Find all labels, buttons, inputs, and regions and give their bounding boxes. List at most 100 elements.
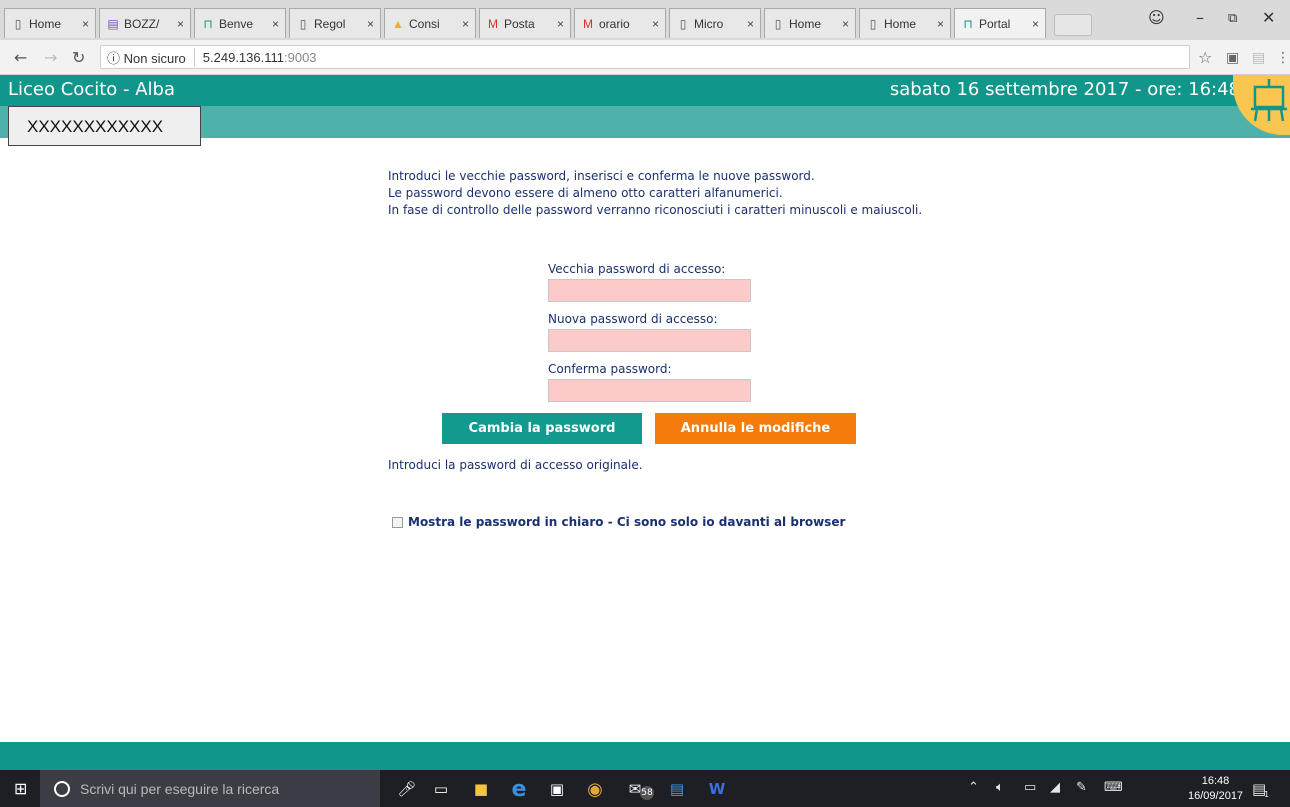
confirm-password-field[interactable] [548,379,751,402]
cancel-changes-button[interactable]: Annulla le modifiche [655,413,856,444]
tab-label: orario [599,16,630,31]
task-view-icon[interactable]: ▭ [430,778,452,800]
microphone-icon[interactable]: 🎤︎ [396,778,418,800]
minimize-icon[interactable]: – [1196,8,1204,27]
date-time: sabato 16 settembre 2017 - ore: 16:48 [889,79,1240,100]
back-arrow-icon[interactable]: ← [14,48,27,67]
browser-tab[interactable]: ▯ Micro × [669,8,761,38]
notification-count: 1 [1264,790,1270,799]
tab-close-icon[interactable]: × [557,17,564,31]
site-header: Liceo Cocito - Alba sabato 16 settembre … [0,75,1290,106]
instruction-line: Le password devono essere di almeno otto… [388,186,783,200]
tab-close-icon[interactable]: × [177,17,184,31]
instructions: Introduci le vecchie password, inserisci… [388,168,922,219]
tab-label: Regol [314,16,346,31]
chrome-icon[interactable]: ◉ [584,778,606,800]
tab-label: BOZZ/ [124,16,160,31]
browser-tab[interactable]: ▯ Regol × [289,8,381,38]
windows-taskbar: ⊞ Scrivi qui per eseguire la ricerca 🎤︎ … [0,770,1290,807]
tab-close-icon[interactable]: × [1032,17,1039,31]
security-label: Non sicuro [123,50,186,66]
reload-icon[interactable]: ↻ [72,48,85,67]
volume-muted-icon[interactable]: 🔈︎ [996,780,1004,795]
page-icon: ▯ [679,16,687,31]
tab-label: Home [29,16,62,31]
keyboard-icon[interactable]: ⌨ [1104,780,1123,795]
battery-icon[interactable]: ▭ [1024,780,1036,795]
browser-tab[interactable]: ▲ Consi × [384,8,476,38]
page-icon: ▯ [299,16,307,31]
tab-close-icon[interactable]: × [367,17,374,31]
show-password-checkbox[interactable] [392,516,403,528]
url-port: :9003 [284,49,317,65]
url-host: 5.249.136.111 [202,49,284,65]
forward-arrow-icon[interactable]: → [44,48,57,67]
system-clock[interactable]: 16:48 16/09/2017 [1188,774,1243,804]
tab-label: Consi [409,16,440,31]
tab-close-icon[interactable]: × [842,17,849,31]
store-icon[interactable]: ▣ [546,778,568,800]
drive-icon: ▲ [392,16,404,31]
page-icon: ▯ [774,16,782,31]
info-icon: ⓘ [107,50,121,66]
tray-chevron-icon[interactable]: ⌃ [968,780,979,795]
profile-icon[interactable]: ☺ [1148,8,1165,27]
wifi-icon[interactable]: ◢ [1050,780,1060,795]
browser-tab[interactable]: ⊓ Portal × [954,8,1046,38]
tab-close-icon[interactable]: × [272,17,279,31]
browser-tab[interactable]: Morario × [574,8,666,38]
show-password-label[interactable]: Mostra le password in chiaro - Ci sono s… [408,515,845,529]
pdf-extension-icon[interactable]: ▤ [1252,50,1265,66]
hint-text: Introduci la password di accesso origina… [388,458,643,472]
extension-icon[interactable]: ▣ [1226,50,1239,66]
browser-tab[interactable]: ▤ BOZZ/ × [99,8,191,38]
tab-label: Benve [219,16,254,31]
url-bar[interactable]: ⓘ Non sicuro 5.249.136.111:9003 [100,45,1190,69]
browser-tab[interactable]: ⊓ Benve × [194,8,286,38]
new-password-field[interactable] [548,329,751,352]
page-icon: ▯ [14,16,22,31]
clock-date: 16/09/2017 [1188,790,1244,802]
old-password-label: Vecchia password di accesso: [548,262,726,276]
mail-badge: 58 [640,786,654,800]
new-tab-button[interactable] [1054,14,1092,36]
browser-tab[interactable]: ▯ Home × [4,8,96,38]
tab-label: Home [884,16,917,31]
browser-tab-strip: ▯ Home × ▤ BOZZ/ × ⊓ Benve × ▯ Regol × ▲ Consi × M Posta… [0,0,1290,40]
tab-label: Home [789,16,822,31]
window-close-icon[interactable]: ✕ [1262,8,1275,27]
tab-close-icon[interactable]: × [747,17,754,31]
instruction-line: In fase di controllo delle password verr… [388,203,923,217]
file-explorer-icon[interactable]: ■ [470,778,492,800]
pen-icon[interactable]: ✎ [1076,780,1087,795]
site-footer [0,742,1290,770]
instruction-line: Introduci le vecchie password, inserisci… [388,169,815,183]
old-password-field[interactable] [548,279,751,302]
easel-icon: ⊓ [963,16,973,31]
tab-close-icon[interactable]: × [652,17,659,31]
tab-close-icon[interactable]: × [937,17,944,31]
bookmark-star-icon[interactable]: ☆ [1198,48,1212,67]
browser-tab[interactable]: ▯ Home × [764,8,856,38]
edge-icon[interactable]: e [508,777,530,802]
clock-time: 16:48 [1201,775,1230,787]
word-icon[interactable]: W [706,778,728,800]
tab-label: Posta [504,16,535,31]
browser-tab[interactable]: ▯ Home × [859,8,951,38]
contacts-icon[interactable]: ▤ [666,778,688,800]
restore-icon[interactable]: ⧉ [1228,11,1237,26]
tab-close-icon[interactable]: × [82,17,89,31]
address-toolbar: ← → ↻ ⓘ Non sicuro 5.249.136.111:9003 ☆ … [0,40,1290,75]
security-indicator[interactable]: ⓘ Non sicuro [101,47,195,67]
cortana-icon [54,780,70,797]
taskbar-search-box[interactable]: Scrivi qui per eseguire la ricerca [40,770,380,807]
change-password-button[interactable]: Cambia la password [442,413,642,444]
confirm-password-label: Conferma password: [548,362,672,376]
tab-close-icon[interactable]: × [462,17,469,31]
gmail-icon: M [583,16,593,31]
windows-start-icon[interactable]: ⊞ [14,779,34,799]
browser-tab[interactable]: M Posta × [479,8,571,38]
forms-icon: ▤ [107,16,119,31]
menu-dots-icon[interactable]: ⋮ [1276,50,1290,66]
easel-icon: ⊓ [203,16,213,31]
